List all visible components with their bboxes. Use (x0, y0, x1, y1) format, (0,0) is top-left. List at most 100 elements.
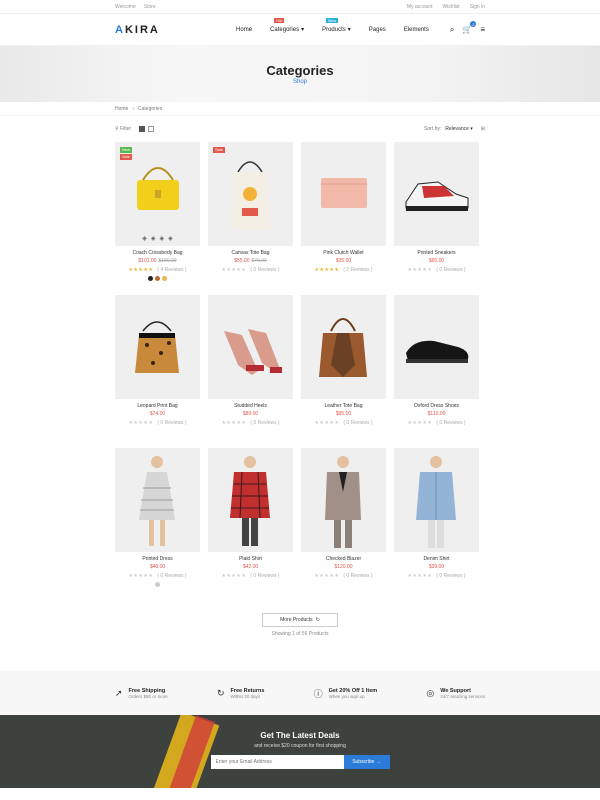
color-swatch[interactable] (155, 582, 160, 587)
product-image[interactable] (394, 142, 479, 246)
heart-icon[interactable]: ◈ (151, 235, 156, 242)
review-count[interactable]: ( 0 Reviews ) (250, 573, 279, 579)
product-name[interactable]: Pink Clutch Wallet (301, 250, 386, 256)
price-value: $35.00 (335, 258, 352, 264)
review-count[interactable]: ( 2 Reviews ) (343, 267, 372, 273)
review-count[interactable]: ( 0 Reviews ) (250, 420, 279, 426)
product-name[interactable]: Canvas Tote Bag (208, 250, 293, 256)
list-view-icon[interactable] (148, 126, 155, 132)
product-card[interactable]: Pink Clutch Wallet $35.00 ★★★★★( 2 Reviews… (301, 142, 386, 295)
product-price: $110.00 (394, 411, 479, 417)
nav-item-pages[interactable]: Pages (369, 26, 386, 33)
nav-item-elements[interactable]: Elements (404, 26, 429, 33)
product-card[interactable]: Sale Canvas Tote Bag $55.00 $70.00 ★★★★★( 0 … (208, 142, 293, 295)
nav-item-home[interactable]: Home (236, 26, 252, 33)
product-image[interactable] (208, 448, 293, 552)
product-name[interactable]: Studded Heels (208, 403, 293, 409)
product-name[interactable]: Leopard Print Bag (115, 403, 200, 409)
review-count[interactable]: ( 0 Reviews ) (436, 420, 465, 426)
columns-icon[interactable]: ⊞ (481, 126, 485, 132)
topbar-right-link[interactable]: Wishlist (442, 4, 459, 10)
filter-button[interactable]: ⚲ Filter (115, 126, 131, 132)
nav-item-categories[interactable]: Categories ▾ Hot (270, 18, 305, 33)
rating-stars: ★★★★★ (407, 420, 433, 426)
review-count[interactable]: ( 0 Reviews ) (250, 267, 279, 273)
product-card[interactable]: Studded Heels $89.00 ★★★★★( 0 Reviews ) (208, 295, 293, 448)
search-icon[interactable]: ⌕ (450, 25, 454, 35)
product-badge: New (120, 147, 133, 153)
product-card[interactable]: Checked Blazer $120.00 ★★★★★( 0 Reviews ) (301, 448, 386, 601)
product-image[interactable] (301, 448, 386, 552)
newsletter-text: and receive $20 coupon for first shoppin… (254, 743, 346, 749)
product-image[interactable] (115, 295, 200, 399)
product-illustration (321, 178, 367, 208)
product-card[interactable]: Leather Tote Bag $95.00 ★★★★★( 0 Reviews ) (301, 295, 386, 448)
product-card[interactable]: Denim Shirt $39.00 ★★★★★( 0 Reviews ) (394, 448, 479, 601)
rating-stars: ★★★★★ (407, 573, 433, 579)
product-name[interactable]: Coach Crossbody Bag (115, 250, 200, 256)
grid-view-icon[interactable] (139, 126, 146, 132)
feature-title: Free Returns (230, 687, 265, 694)
topbar-right-link[interactable]: Sign in (470, 4, 485, 10)
product-card[interactable]: Plaid Shirt $42.00 ★★★★★( 0 Reviews ) (208, 448, 293, 601)
subscribe-button[interactable]: Subscribe → (343, 755, 390, 769)
product-image[interactable] (115, 448, 200, 552)
product-badge: Sale (213, 147, 226, 153)
product-card[interactable]: Printed Sneakers $65.00 ★★★★★( 0 Reviews ) (394, 142, 479, 295)
product-illustration (319, 318, 367, 377)
eye-icon[interactable]: ◈ (168, 235, 173, 242)
top-bar: Welcome Store My account Wishlist Sign in (0, 0, 600, 14)
price-value: $89.00 (242, 411, 259, 417)
compare-icon[interactable]: ◈ (160, 235, 165, 242)
product-name[interactable]: Leather Tote Bag (301, 403, 386, 409)
product-name[interactable]: Oxford Dress Shoes (394, 403, 479, 409)
topbar-left-link[interactable]: Store (144, 4, 156, 10)
price-value: $65.00 (428, 258, 445, 264)
review-count[interactable]: ( 4 Reviews ) (157, 267, 186, 273)
sort-select[interactable]: Relevance ▾ (445, 126, 473, 132)
color-swatch[interactable] (162, 276, 167, 281)
cart-icon[interactable]: ◈ (142, 235, 147, 242)
product-name[interactable]: Printed Dress (115, 556, 200, 562)
nav-item-products[interactable]: Products ▾ New (322, 18, 351, 33)
topbar-right-link[interactable]: My account (407, 4, 433, 10)
chevron-down-icon: ▾ (301, 27, 305, 33)
logo[interactable]: AKIRA (115, 24, 215, 36)
more-products-button[interactable]: More Products ↻ (262, 613, 338, 627)
color-swatch[interactable] (155, 276, 160, 281)
breadcrumb: Home › Categories (0, 102, 600, 116)
breadcrumb-home[interactable]: Home (115, 106, 128, 112)
review-count[interactable]: ( 0 Reviews ) (157, 420, 186, 426)
product-image[interactable] (301, 295, 386, 399)
product-card[interactable]: Leopard Print Bag $74.00 ★★★★★( 0 Reviews … (115, 295, 200, 448)
product-image[interactable] (394, 448, 479, 552)
price-value: $101.00 (138, 258, 157, 264)
review-count[interactable]: ( 0 Reviews ) (436, 267, 465, 273)
product-card[interactable]: Printed Dress $48.00 ★★★★★( 0 Reviews ) (115, 448, 200, 601)
product-image[interactable]: New Sale ◈ ◈ ◈ ◈ (115, 142, 200, 246)
review-count[interactable]: ( 0 Reviews ) (343, 573, 372, 579)
review-count[interactable]: ( 0 Reviews ) (157, 573, 186, 579)
product-name[interactable]: Denim Shirt (394, 556, 479, 562)
product-image[interactable] (208, 295, 293, 399)
product-name[interactable]: Plaid Shirt (208, 556, 293, 562)
product-actions: ◈ ◈ ◈ ◈ (115, 235, 200, 242)
product-card[interactable]: New Sale ◈ ◈ ◈ ◈ Coach Crossbody Bag $101.00 $18… (115, 142, 200, 295)
color-swatch[interactable] (148, 276, 153, 281)
product-image[interactable] (394, 295, 479, 399)
review-count[interactable]: ( 0 Reviews ) (436, 573, 465, 579)
rating-stars: ★★★★★ (128, 573, 154, 579)
topbar-left-link[interactable]: Welcome (115, 4, 136, 10)
menu-icon[interactable]: ≡ (480, 25, 485, 34)
product-image[interactable]: Sale (208, 142, 293, 246)
old-price: $70.00 (251, 258, 267, 264)
cart-icon[interactable]: 🛒 2 (462, 21, 477, 34)
product-image[interactable] (301, 142, 386, 246)
review-count[interactable]: ( 0 Reviews ) (343, 420, 372, 426)
product-name[interactable]: Printed Sneakers (394, 250, 479, 256)
product-name[interactable]: Checked Blazer (301, 556, 386, 562)
price-value: $39.00 (428, 564, 445, 570)
email-field[interactable] (210, 755, 344, 769)
site-header: AKIRA Home Categories ▾ Hot Products ▾ New Page… (0, 14, 600, 46)
product-card[interactable]: Oxford Dress Shoes $110.00 ★★★★★( 0 Review… (394, 295, 479, 448)
